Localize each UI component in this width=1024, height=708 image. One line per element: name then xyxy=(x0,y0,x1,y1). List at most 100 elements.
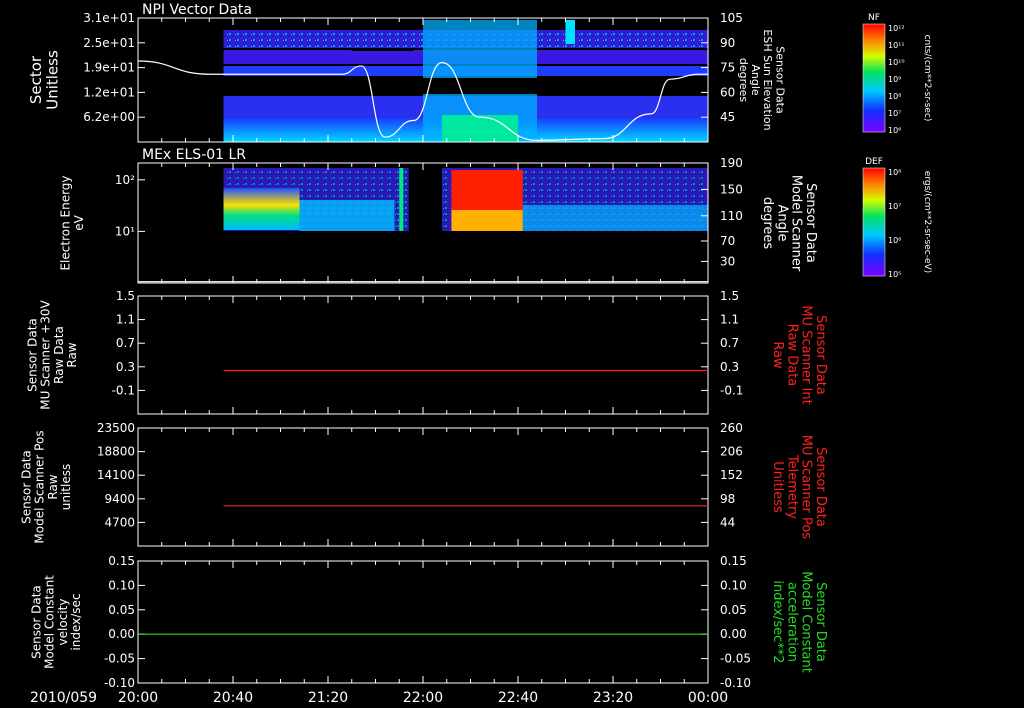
colorbar-tick-label: 10¹² xyxy=(888,24,905,33)
y-tick-label: 0.15 xyxy=(108,554,135,568)
spectrogram-band xyxy=(223,188,300,230)
colorbar-tick-label: 10⁶ xyxy=(888,236,901,245)
y-axis-label-line: unitless xyxy=(59,464,73,510)
stacked-plot-canvas: 3.1e+01 2.5e+01 1.9e+01 1.2e+01 6.2e+00 105 90… xyxy=(19,2,932,706)
y2-axis-label-line: Telemetry xyxy=(784,454,799,519)
y-axis-label-line: Sector xyxy=(27,55,45,104)
y2-tick-label: 45 xyxy=(720,110,735,124)
y-tick-label: -0.1 xyxy=(112,383,135,397)
y2-axis-label: Sensor DataMU Scanner PosTelemetryUnitle… xyxy=(770,435,828,540)
colorbar-tick-label: 10⁷ xyxy=(888,202,901,211)
y-tick-label: 0.05 xyxy=(108,603,135,617)
y2-tick-label: 190 xyxy=(720,156,743,170)
y2-tick-label: 206 xyxy=(720,445,743,459)
y-axis-label: Sensor DataMU Scanner +30VRaw DataRaw xyxy=(25,300,79,410)
colorbar-unit: cnts/(cm**2-sr-sec) xyxy=(922,35,932,122)
y-axis-label: SectorUnitless xyxy=(27,50,62,110)
y-axis-label-line: Unitless xyxy=(44,50,62,110)
y-tick-label: 10² xyxy=(115,173,135,187)
y2-tick-label: 60 xyxy=(720,85,735,99)
y2-tick-label: 1.1 xyxy=(720,313,739,327)
panel-5: 0.15 0.10 0.05 0.00 -0.05 -0.10 0.15 0.10 0.05 0.… xyxy=(104,554,751,690)
y-tick-label: 4700 xyxy=(104,515,135,529)
colorbar-tick-label: 10⁷ xyxy=(888,109,901,118)
y-tick-label: 6.2e+00 xyxy=(83,110,135,124)
y-tick-label: 9400 xyxy=(104,492,135,506)
colorbar-tick-label: 10¹⁰ xyxy=(888,58,905,67)
y-tick-label: -0.05 xyxy=(104,652,135,666)
y2-tick-label: -0.1 xyxy=(720,383,743,397)
y2-tick-label: 260 xyxy=(720,421,743,435)
date-label: 2010/059 xyxy=(30,690,97,706)
colorbar-tick-label: 10⁸ xyxy=(888,168,901,177)
y2-axis-label-line: Model Constant xyxy=(799,571,814,673)
y2-axis-label: Sensor DataModel ScannerAngledegrees xyxy=(760,175,818,272)
y2-axis-label-line: Sensor Data xyxy=(813,447,828,527)
y2-tick-label: 90 xyxy=(720,36,735,50)
y-axis-label: Sensor DataModel Constantvelocityindex/s… xyxy=(29,575,83,669)
colorbar xyxy=(862,167,886,277)
panel-1: 3.1e+01 2.5e+01 1.9e+01 1.2e+01 6.2e+00 105 90… xyxy=(83,2,932,143)
y-tick-label: 2.5e+01 xyxy=(83,36,135,50)
y2-axis-label: Sensor DataModel Constantaccelerationind… xyxy=(770,571,828,673)
spectrogram-band xyxy=(522,205,708,231)
spectrogram-gap xyxy=(408,168,442,231)
colorbar-tick-label: 10¹¹ xyxy=(888,41,905,50)
y2-tick-label: 110 xyxy=(720,209,743,223)
y2-tick-label: 105 xyxy=(720,11,743,25)
y-tick-label: 1.5 xyxy=(116,289,135,303)
panel-3: 1.5 1.1 0.7 0.3 -0.1 1.5 1.1 0.7 0.3 -0.1 xyxy=(112,289,743,415)
y2-axis-label-line: Raw Data xyxy=(784,324,799,387)
time-tick-label: 20:40 xyxy=(213,690,253,706)
y2-tick-label: 98 xyxy=(720,492,735,506)
spectrogram-spike xyxy=(399,168,404,231)
y2-axis-label-line: MU Scanner Int xyxy=(799,305,814,404)
y-axis-label: Sensor DataModel Scanner PosRawunitless xyxy=(19,430,73,543)
y2-axis-label-line: Unitless xyxy=(770,461,785,513)
y2-tick-label: 70 xyxy=(720,234,735,248)
y2-axis-label-line: Raw xyxy=(770,341,785,369)
panel-frame xyxy=(137,560,709,684)
y-tick-label: 10¹ xyxy=(115,224,135,238)
time-tick-label: 23:20 xyxy=(593,690,633,706)
time-tick-label: 21:20 xyxy=(308,690,348,706)
y2-tick-label: 75 xyxy=(720,61,735,75)
panel-frame xyxy=(137,427,709,547)
y-tick-label: 1.9e+01 xyxy=(83,61,135,75)
colorbar-tick-label: 10⁸ xyxy=(888,92,901,101)
y-axis-label-line: index/sec xyxy=(69,593,83,650)
y-axis-label-line: Model Scanner Pos xyxy=(33,430,47,543)
time-tick-label: 00:00 xyxy=(688,690,728,706)
colorbar-tick-label: 10⁹ xyxy=(888,75,901,84)
colorbar xyxy=(862,23,886,133)
panel-frame xyxy=(137,295,709,415)
y2-tick-label: -0.05 xyxy=(720,652,751,666)
y2-axis-label-line: Sensor Data xyxy=(813,582,828,662)
spectrogram-band xyxy=(299,200,395,231)
y-tick-label: 1.1 xyxy=(116,313,135,327)
panel-4: 23500 18800 14100 9400 4700 260 206 152 98 44 xyxy=(97,421,743,547)
panel-title: NPI Vector Data xyxy=(142,2,252,18)
y2-axis-label: Sensor DataMU Scanner IntRaw DataRaw xyxy=(770,305,828,404)
colorbar-label: NF xyxy=(868,13,880,23)
y2-axis-label-line: acceleration xyxy=(784,582,799,662)
y2-tick-label: 1.5 xyxy=(720,289,739,303)
heatmap-gap xyxy=(223,78,708,94)
y2-axis-label-line: Angle xyxy=(774,205,789,242)
y-tick-label: 0.7 xyxy=(116,336,135,350)
y-axis-label-line: Sensor Data xyxy=(25,318,39,392)
y2-tick-label: 0.7 xyxy=(720,336,739,350)
y-axis-label-line: Raw xyxy=(65,342,79,367)
y2-axis-label-line: Sensor Data xyxy=(813,315,828,395)
y2-axis-label: Sensor DataESH Sun ElevationAngledegrees xyxy=(737,29,786,130)
time-tick-label: 22:00 xyxy=(403,690,443,706)
panel-title: MEx ELS-01 LR xyxy=(142,147,246,163)
y-tick-label: 14100 xyxy=(97,468,135,482)
spectrogram-hot xyxy=(451,210,523,231)
y2-axis-label-line: Sensor Data xyxy=(803,183,818,263)
y2-axis-label-line: MU Scanner Pos xyxy=(799,435,814,540)
y-axis-label-line: MU Scanner +30V xyxy=(39,300,53,410)
y-tick-label: 23500 xyxy=(97,421,135,435)
y2-tick-label: 0.15 xyxy=(720,554,747,568)
y2-axis-label-line: Model Scanner xyxy=(789,175,804,272)
